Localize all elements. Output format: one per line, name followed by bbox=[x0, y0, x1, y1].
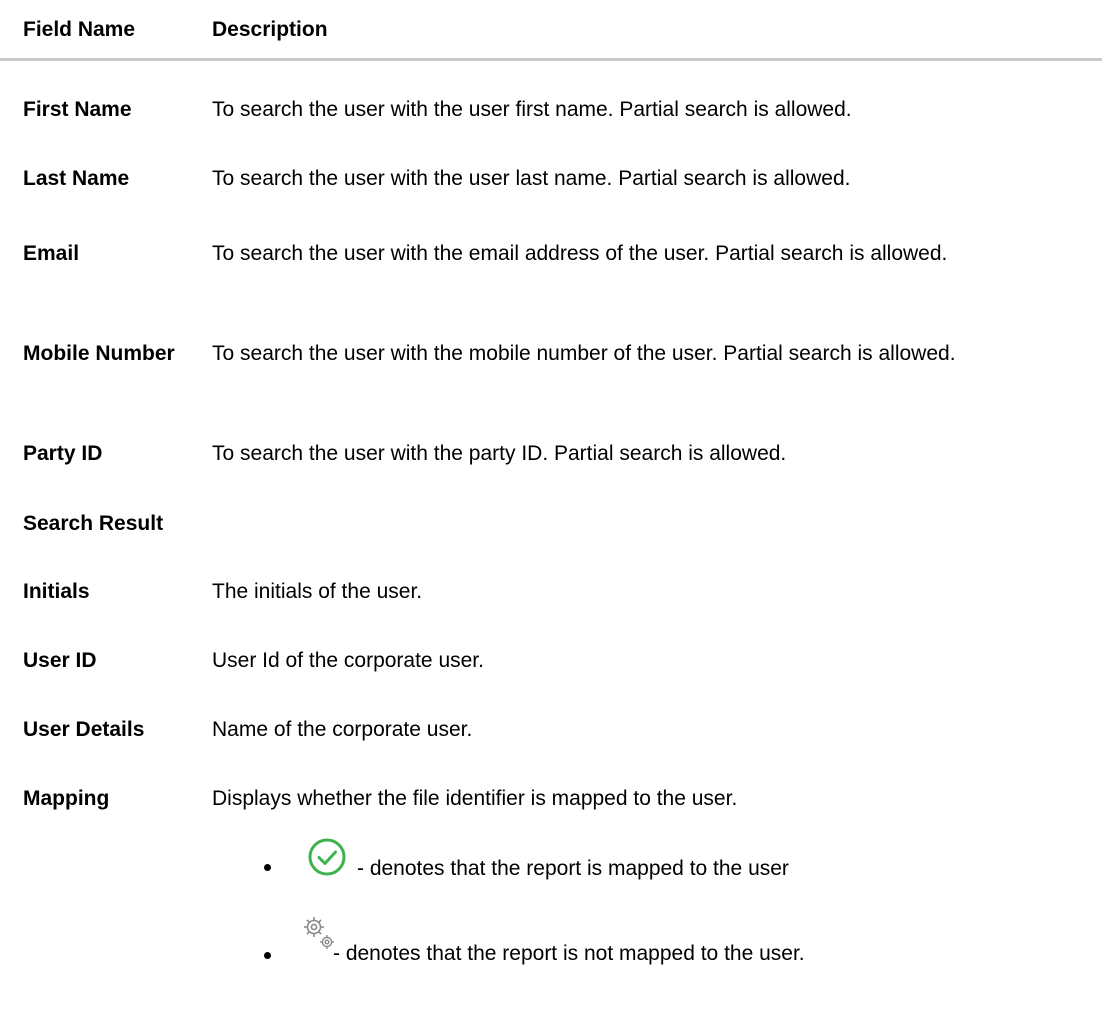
field-name: User Details bbox=[23, 718, 145, 741]
bullet-text: - denotes that the report is not mapped … bbox=[333, 942, 805, 965]
field-description: To search the user with the mobile numbe… bbox=[212, 342, 956, 365]
header-divider bbox=[0, 58, 1102, 61]
field-name: Email bbox=[23, 242, 80, 265]
field-name: Mobile Number bbox=[23, 342, 175, 365]
bullet-icon bbox=[264, 952, 271, 959]
column-header-description: Description bbox=[212, 18, 328, 41]
field-description: The initials of the user. bbox=[212, 580, 423, 603]
field-description: Displays whether the file identifier is … bbox=[212, 787, 738, 810]
list-item: - denotes that the report is mapped to t… bbox=[0, 830, 1102, 890]
check-circle-icon bbox=[306, 836, 348, 885]
document-page: Field Name Description First Name To sea… bbox=[0, 0, 1102, 1011]
section-title: Search Result bbox=[23, 512, 164, 535]
field-name: Initials bbox=[23, 580, 90, 603]
field-name: Party ID bbox=[23, 442, 103, 465]
field-description: To search the user with the user last na… bbox=[212, 167, 851, 190]
list-item: - denotes that the report is not mapped … bbox=[0, 914, 1102, 974]
column-header-field-name: Field Name bbox=[23, 18, 136, 41]
field-description: Name of the corporate user. bbox=[212, 718, 473, 741]
field-description: To search the user with the party ID. Pa… bbox=[212, 442, 787, 465]
field-name: User ID bbox=[23, 649, 97, 672]
bullet-icon bbox=[264, 864, 271, 871]
field-name: First Name bbox=[23, 98, 132, 121]
bullet-text: - denotes that the report is mapped to t… bbox=[357, 857, 789, 880]
field-description: User Id of the corporate user. bbox=[212, 649, 484, 672]
field-description: To search the user with the user first n… bbox=[212, 98, 852, 121]
field-name: Last Name bbox=[23, 167, 130, 190]
field-name: Mapping bbox=[23, 787, 110, 810]
field-description: To search the user with the email addres… bbox=[212, 242, 948, 265]
